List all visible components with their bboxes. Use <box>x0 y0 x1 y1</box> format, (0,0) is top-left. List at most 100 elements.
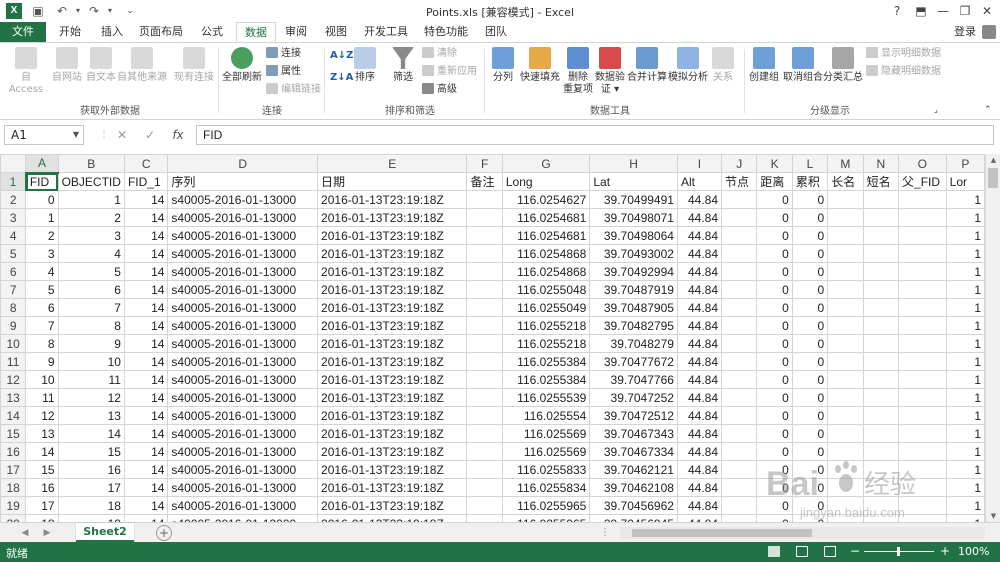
ungroup-button[interactable]: 取消组合 <box>782 47 824 84</box>
cell[interactable] <box>862 208 900 227</box>
cell[interactable]: 序列 <box>167 172 319 191</box>
cell[interactable]: 0 <box>756 352 793 371</box>
reapply-button[interactable]: 重新应用 <box>422 65 477 79</box>
cell[interactable]: 0 <box>756 208 793 227</box>
cell[interactable] <box>720 478 758 497</box>
cell[interactable]: 15 <box>25 460 59 479</box>
cell[interactable] <box>898 388 947 407</box>
cell[interactable]: 0 <box>756 460 793 479</box>
cell[interactable]: 39.70487905 <box>589 298 678 317</box>
cell[interactable]: 2016-01-13T23:19:18Z <box>317 496 468 515</box>
row-header[interactable]: 10 <box>0 334 27 353</box>
advanced-filter-button[interactable]: 高级 <box>422 83 457 97</box>
cell[interactable]: 4 <box>57 244 125 263</box>
row-header[interactable]: 1 <box>0 172 27 191</box>
cell[interactable]: 116.0255539 <box>501 388 591 407</box>
cell[interactable]: 1 <box>57 190 125 209</box>
cell[interactable]: 44.84 <box>676 190 723 209</box>
cell[interactable] <box>898 460 947 479</box>
row-header[interactable]: 18 <box>0 478 27 497</box>
cell[interactable]: 39.70467343 <box>589 424 678 443</box>
cell[interactable] <box>898 244 947 263</box>
row-header[interactable]: 11 <box>0 352 27 371</box>
cell[interactable] <box>466 406 503 425</box>
row-header[interactable]: 13 <box>0 388 27 407</box>
cell[interactable]: 0 <box>791 478 829 497</box>
cell[interactable] <box>827 388 864 407</box>
cell[interactable]: 116.0255384 <box>501 352 591 371</box>
cell[interactable] <box>827 496 864 515</box>
cell[interactable]: 0 <box>756 298 793 317</box>
cell[interactable]: 1 <box>945 244 985 263</box>
login-link[interactable]: 登录 <box>954 22 976 42</box>
cell[interactable]: 116.0255834 <box>501 478 591 497</box>
cell[interactable]: 1 <box>945 334 985 353</box>
cell[interactable]: 6 <box>25 298 59 317</box>
cell[interactable]: 0 <box>791 316 829 335</box>
tab-developer[interactable]: 开发工具 <box>360 22 412 42</box>
cell[interactable]: 0 <box>756 190 793 209</box>
data-validation-button[interactable]: 数据验 证 ▾ <box>594 47 626 96</box>
cell[interactable]: 44.84 <box>676 280 723 299</box>
cell[interactable]: 0 <box>756 334 793 353</box>
cell[interactable] <box>827 442 864 461</box>
cell[interactable] <box>466 496 503 515</box>
cell[interactable]: 4 <box>25 262 59 281</box>
cell[interactable] <box>898 442 947 461</box>
cell[interactable] <box>466 370 503 389</box>
cell[interactable]: 1 <box>945 280 985 299</box>
subtotal-button[interactable]: 分类汇总 <box>822 47 864 84</box>
cell[interactable] <box>466 208 503 227</box>
show-detail-button[interactable]: 显示明细数据 <box>866 47 941 61</box>
cell[interactable]: 1 <box>945 424 985 443</box>
cell[interactable]: s40005-2016-01-13000 <box>167 424 319 443</box>
cell[interactable]: 2016-01-13T23:19:18Z <box>317 244 468 263</box>
cell[interactable] <box>827 244 864 263</box>
cell[interactable] <box>827 514 864 522</box>
cell[interactable]: 16 <box>57 460 125 479</box>
cell[interactable]: 1 <box>945 226 985 245</box>
cell[interactable]: 2016-01-13T23:19:18Z <box>317 208 468 227</box>
scroll-down-icon[interactable]: ▼ <box>986 510 1000 522</box>
cell[interactable] <box>827 280 864 299</box>
cell[interactable]: 39.70462108 <box>589 478 678 497</box>
cell[interactable] <box>720 460 758 479</box>
cell[interactable]: s40005-2016-01-13000 <box>167 208 319 227</box>
add-sheet-button[interactable]: + <box>156 525 172 541</box>
clear-filter-button[interactable]: 清除 <box>422 47 457 61</box>
cell[interactable]: 0 <box>791 226 829 245</box>
select-all-corner[interactable] <box>0 154 27 173</box>
sheet-tab-sheet2[interactable]: Sheet2 <box>76 523 134 542</box>
cell[interactable]: 116.025569 <box>501 442 591 461</box>
row-header[interactable]: 9 <box>0 316 27 335</box>
cell[interactable] <box>898 514 947 522</box>
cell[interactable] <box>898 280 947 299</box>
cell[interactable]: 0 <box>791 280 829 299</box>
cell[interactable] <box>862 334 900 353</box>
cell[interactable]: 1 <box>945 496 985 515</box>
cell[interactable] <box>720 280 758 299</box>
cell[interactable]: 1 <box>945 388 985 407</box>
scroll-up-icon[interactable]: ▲ <box>986 154 1000 166</box>
cell[interactable]: 0 <box>791 388 829 407</box>
cell[interactable]: 44.84 <box>676 388 723 407</box>
cell[interactable] <box>827 298 864 317</box>
refresh-all-button[interactable]: 全部刷新 <box>222 47 262 84</box>
cell[interactable] <box>466 334 503 353</box>
cell[interactable] <box>720 262 758 281</box>
relationships-button[interactable]: 关系 <box>708 47 738 84</box>
cell[interactable]: 44.84 <box>676 514 723 522</box>
cell[interactable] <box>898 262 947 281</box>
cell[interactable]: 14 <box>123 388 169 407</box>
cell[interactable]: 116.0255965 <box>501 514 591 522</box>
cell[interactable] <box>466 298 503 317</box>
cell[interactable]: 0 <box>791 352 829 371</box>
cell[interactable]: 14 <box>123 244 169 263</box>
flash-fill-button[interactable]: 快速填充 <box>518 47 562 84</box>
cell[interactable]: 1 <box>945 352 985 371</box>
cell[interactable]: s40005-2016-01-13000 <box>167 244 319 263</box>
cancel-formula-button[interactable]: ✕ <box>114 127 130 143</box>
cell[interactable]: 6 <box>57 280 125 299</box>
cell[interactable]: 39.7047766 <box>589 370 678 389</box>
page-layout-view-icon[interactable] <box>796 546 808 557</box>
